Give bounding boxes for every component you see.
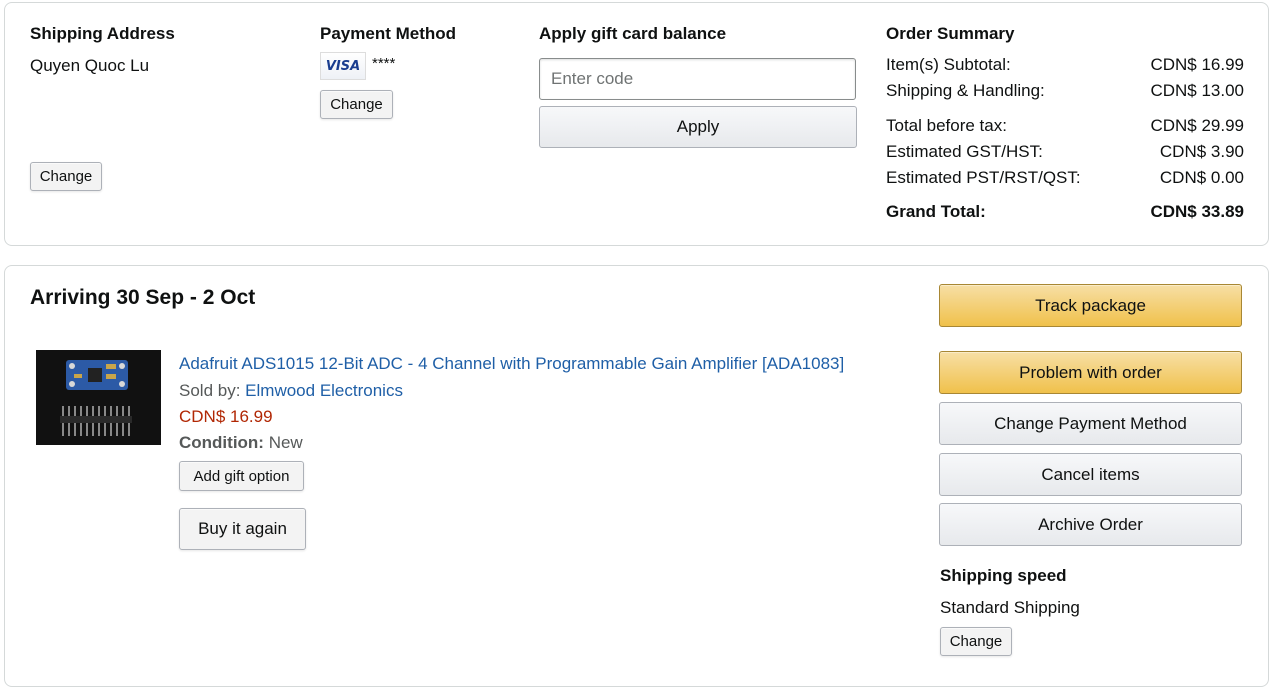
problem-with-order-button[interactable]: Problem with order — [939, 351, 1242, 394]
summary-row-pst: Estimated PST/RST/QST: CDN$ 0.00 — [886, 168, 1244, 188]
summary-row-grand-total: Grand Total: CDN$ 33.89 — [886, 202, 1244, 222]
archive-order-button[interactable]: Archive Order — [939, 503, 1242, 546]
cancel-items-button[interactable]: Cancel items — [939, 453, 1242, 496]
summary-label: Item(s) Subtotal: — [886, 55, 1011, 74]
condition-value: New — [268, 433, 303, 452]
apply-gift-card-button[interactable]: Apply — [539, 106, 857, 148]
grand-total-value: CDN$ 33.89 — [1150, 202, 1244, 221]
change-payment-method-button[interactable]: Change Payment Method — [939, 402, 1242, 445]
grand-total-label: Grand Total: — [886, 202, 986, 221]
sold-by-line: Sold by: Elmwood Electronics — [179, 381, 403, 401]
shipping-address-heading: Shipping Address — [30, 24, 175, 43]
order-summary-heading: Order Summary — [886, 24, 1015, 43]
summary-label: Estimated GST/HST: — [886, 142, 1043, 161]
summary-row-shipping: Shipping & Handling: CDN$ 13.00 — [886, 81, 1244, 101]
condition-label: Condition: — [179, 433, 264, 452]
buy-it-again-button[interactable]: Buy it again — [179, 508, 306, 550]
summary-row-subtotal: Item(s) Subtotal: CDN$ 16.99 — [886, 55, 1244, 75]
summary-value: CDN$ 3.90 — [1159, 142, 1244, 161]
shipping-speed-heading: Shipping speed — [940, 566, 1067, 585]
summary-label: Total before tax: — [886, 116, 1007, 135]
condition-line: Condition: New — [179, 433, 303, 453]
change-payment-button[interactable]: Change — [320, 90, 393, 119]
product-image[interactable] — [36, 350, 161, 445]
product-price: CDN$ 16.99 — [179, 407, 273, 426]
shipping-name: Quyen Quoc Lu — [30, 56, 150, 75]
summary-label: Shipping & Handling: — [886, 81, 1045, 100]
change-shipping-speed-button[interactable]: Change — [940, 627, 1012, 656]
track-package-button[interactable]: Track package — [939, 284, 1242, 327]
summary-value: CDN$ 0.00 — [1159, 168, 1244, 187]
summary-value: CDN$ 29.99 — [1150, 116, 1244, 135]
summary-value: CDN$ 13.00 — [1150, 81, 1244, 100]
card-number-mask: **** — [372, 55, 396, 72]
shipping-speed-value: Standard Shipping — [940, 598, 1080, 617]
summary-row-gst: Estimated GST/HST: CDN$ 3.90 — [886, 142, 1244, 162]
adc-board-icon — [36, 350, 161, 445]
summary-label: Estimated PST/RST/QST: — [886, 168, 1081, 187]
summary-value: CDN$ 16.99 — [1150, 55, 1244, 74]
gift-card-code-input[interactable] — [539, 58, 856, 100]
add-gift-option-button[interactable]: Add gift option — [179, 461, 304, 491]
summary-row-total-before-tax: Total before tax: CDN$ 29.99 — [886, 116, 1244, 136]
gift-card-heading: Apply gift card balance — [539, 24, 727, 43]
product-title-link[interactable]: Adafruit ADS1015 12-Bit ADC - 4 Channel … — [179, 354, 844, 374]
arrival-heading: Arriving 30 Sep - 2 Oct — [30, 286, 256, 309]
change-shipping-address-button[interactable]: Change — [30, 162, 102, 191]
sold-by-label: Sold by: — [179, 381, 241, 400]
visa-card-icon: VISA — [320, 52, 366, 80]
seller-link[interactable]: Elmwood Electronics — [245, 381, 403, 400]
payment-method-heading: Payment Method — [320, 24, 457, 43]
